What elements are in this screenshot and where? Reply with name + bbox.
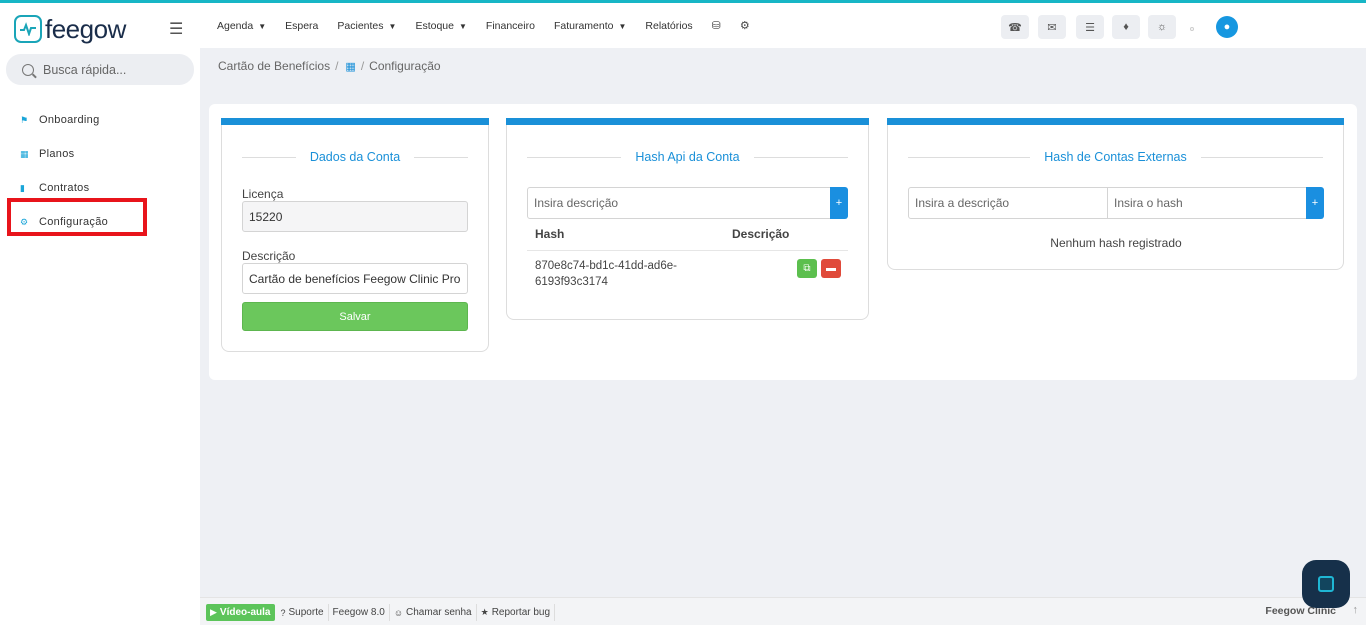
panel-hash-api: Hash Api da Conta + Hash Descrição 870e8… [506,118,869,320]
settings-icon[interactable]: ⚙ [740,19,750,32]
inbox-icon[interactable]: ✉ [1038,15,1066,39]
report-bug-button[interactable]: ★ Reportar bug [477,604,556,621]
bell-icon[interactable]: ♦ [1112,15,1140,39]
menu-agenda[interactable]: Agenda ▼ [217,20,266,32]
main-menu: Agenda ▼ Espera Pacientes ▼ Estoque ▼ Finan… [217,3,769,48]
sidebar-item-onboarding[interactable]: ⚑ Onboarding [0,103,200,137]
chevron-down-icon: ▼ [258,21,267,31]
panel-hash-externas: Hash de Contas Externas + Nenhum hash re… [887,118,1344,270]
empty-state: Nenhum hash registrado [1050,236,1182,250]
video-aula-button[interactable]: ▶ Vídeo-aula [206,604,275,621]
menu-relatorios[interactable]: Relatórios [645,20,692,32]
descricao-field[interactable] [242,263,468,294]
highlight-box [7,198,147,236]
menu-faturamento[interactable]: Faturamento ▼ [554,20,626,32]
sidebar-item-planos[interactable]: ▦ Planos [0,137,200,171]
chevron-down-icon: ▼ [618,21,627,31]
arrow-up-icon[interactable]: ↑ [1353,604,1359,616]
users-icon: ☺ [393,607,404,618]
phone-icon[interactable]: ☎ [1001,15,1029,39]
chat-icon[interactable]: ☼ [1148,15,1176,39]
breadcrumb: Cartão de Benefícios / ▦ / Configuração [218,59,441,73]
menu-pacientes[interactable]: Pacientes ▼ [337,20,396,32]
widget-icon [1318,576,1334,592]
menu-espera[interactable]: Espera [285,20,318,32]
video-icon: ▶ [210,607,217,617]
panel-title: Dados da Conta [309,150,401,164]
chevron-down-icon: ▼ [388,21,397,31]
add-external-hash-button[interactable]: + [1306,187,1324,219]
menu-estoque[interactable]: Estoque ▼ [415,20,466,32]
home-icon: ⚑ [20,114,29,125]
add-hash-button[interactable]: + [830,187,848,219]
col-hash-header: Hash [535,227,565,241]
logo-text: feegow [45,13,126,44]
suporte-button[interactable]: ? Suporte [277,604,329,621]
tasks-icon[interactable]: ☰ [1076,15,1104,39]
bug-icon: ★ [480,607,489,617]
licenca-label: Licença [242,187,284,201]
sidebar-item-label: Contratos [39,182,90,194]
col-descricao-header: Descrição [732,227,790,241]
hash-value: 870e8c74-bd1c-41dd-ad6e-6193f93c3174 [535,260,677,288]
user-avatar[interactable]: ● [1216,16,1238,38]
external-hash-input[interactable] [1107,187,1307,219]
logo[interactable]: feegow [14,13,126,45]
feegow-logo-icon [14,15,42,43]
breadcrumb-current: Configuração [369,59,441,73]
chevron-down-icon: ▼ [458,21,467,31]
menu-toggle-icon[interactable]: ☰ [169,19,183,39]
main-card: Dados da Conta Licença Descrição Salvar … [209,104,1357,380]
chamar-senha-button[interactable]: ☺ Chamar senha [390,604,477,621]
status-dot [1190,27,1194,31]
database-icon[interactable]: ⛁ [712,19,721,32]
version-label: Feegow 8.0 [329,604,390,621]
descricao-label: Descrição [242,249,296,263]
sidebar-item-label: Onboarding [39,114,100,126]
panel-title: Hash Api da Conta [635,150,740,164]
trash-icon[interactable]: ▬ [821,259,841,278]
hash-descricao-input[interactable] [527,187,831,219]
copy-icon[interactable]: ⧉ [797,259,817,278]
save-button[interactable]: Salvar [242,302,468,331]
licenca-field[interactable] [242,201,468,232]
floating-action-button[interactable] [1302,560,1350,608]
footer: ▶ Vídeo-aula ? Suporte Feegow 8.0 ☺ Chamar … [200,597,1366,625]
sidebar-item-label: Planos [39,148,75,160]
search-input[interactable] [43,62,183,77]
panel-title: Hash de Contas Externas [1044,150,1187,164]
top-navbar: Agenda ▼ Espera Pacientes ▼ Estoque ▼ Finan… [200,3,1366,48]
sidebar: feegow ☰ ⚑ Onboarding ▦ Planos ▮ Contrat… [0,3,200,625]
file-icon: ▮ [20,182,26,193]
table-icon: ▦ [20,148,29,159]
external-descricao-input[interactable] [908,187,1108,219]
breadcrumb-root[interactable]: Cartão de Benefícios [218,59,330,73]
search-icon [22,63,34,76]
menu-financeiro[interactable]: Financeiro [486,20,535,32]
table-icon[interactable]: ▦ [345,60,355,73]
quick-search [6,54,194,85]
panel-dados-conta: Dados da Conta Licença Descrição Salvar [221,118,489,352]
help-icon: ? [280,607,286,618]
